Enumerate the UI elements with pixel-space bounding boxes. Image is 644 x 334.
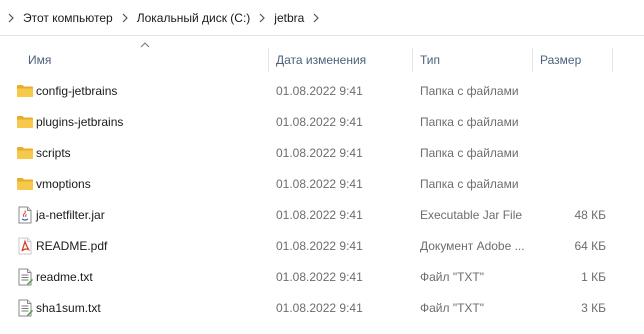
column-header-name[interactable]: Имя xyxy=(28,44,268,76)
file-date: 01.08.2022 9:41 xyxy=(276,115,363,129)
file-date: 01.08.2022 9:41 xyxy=(276,177,363,191)
breadcrumb[interactable]: Этот компьютер Локальный диск (C:) jetbr… xyxy=(0,3,644,33)
file-type: Папка с файлами xyxy=(420,146,519,160)
column-header-type[interactable]: Тип xyxy=(420,44,530,76)
column-header-name-label: Имя xyxy=(28,53,52,67)
column-divider[interactable] xyxy=(532,48,533,72)
file-type: Документ Adobe ... xyxy=(420,239,525,253)
file-name: vmoptions xyxy=(36,177,91,191)
chevron-right-icon[interactable] xyxy=(117,3,133,33)
list-item[interactable]: plugins-jetbrains 01.08.2022 9:41 Папка … xyxy=(0,107,644,137)
file-size: 3 КБ xyxy=(581,301,606,315)
file-name: README.pdf xyxy=(36,239,108,253)
file-size xyxy=(536,138,606,168)
column-header-date-label: Дата изменения xyxy=(276,53,367,67)
file-size xyxy=(536,169,606,199)
file-date: 01.08.2022 9:41 xyxy=(276,84,363,98)
file-date: 01.08.2022 9:41 xyxy=(276,270,363,284)
list-item[interactable]: vmoptions 01.08.2022 9:41 Папка с файлам… xyxy=(0,169,644,199)
list-item[interactable]: sha1sum.txt 01.08.2022 9:41 Файл "TXT" 3… xyxy=(0,293,644,323)
file-size xyxy=(536,107,606,137)
file-name: sha1sum.txt xyxy=(36,301,101,315)
file-type: Executable Jar File xyxy=(420,208,523,222)
file-date: 01.08.2022 9:41 xyxy=(276,208,363,222)
list-item[interactable]: ja-netfilter.jar 01.08.2022 9:41 Executa… xyxy=(0,200,644,230)
column-divider[interactable] xyxy=(268,48,269,72)
text-file-icon xyxy=(16,299,34,317)
file-type: Файл "TXT" xyxy=(420,270,485,284)
chevron-right-icon[interactable] xyxy=(254,3,270,33)
column-header-type-label: Тип xyxy=(420,53,441,67)
file-date: 01.08.2022 9:41 xyxy=(276,301,363,315)
column-divider[interactable] xyxy=(412,48,413,72)
jar-file-icon xyxy=(16,206,34,224)
file-date: 01.08.2022 9:41 xyxy=(276,239,363,253)
file-type: Папка с файлами xyxy=(420,177,519,191)
breadcrumb-item-jetbra[interactable]: jetbra xyxy=(270,3,308,33)
folder-icon xyxy=(16,144,34,162)
list-item[interactable]: scripts 01.08.2022 9:41 Папка с файлами xyxy=(0,138,644,168)
chevron-right-icon[interactable] xyxy=(308,3,324,33)
file-name: ja-netfilter.jar xyxy=(36,208,105,222)
list-item[interactable]: README.pdf 01.08.2022 9:41 Документ Adob… xyxy=(0,231,644,261)
column-divider[interactable] xyxy=(612,48,613,72)
list-item[interactable]: config-jetbrains 01.08.2022 9:41 Папка с… xyxy=(0,76,644,106)
file-type: Папка с файлами xyxy=(420,115,519,129)
text-file-icon xyxy=(16,268,34,286)
pdf-file-icon xyxy=(16,237,34,255)
column-header-date[interactable]: Дата изменения xyxy=(276,44,410,76)
file-date: 01.08.2022 9:41 xyxy=(276,146,363,160)
column-header-row: Имя Дата изменения Тип Размер xyxy=(0,44,644,76)
list-item[interactable]: readme.txt 01.08.2022 9:41 Файл "TXT" 1 … xyxy=(0,262,644,292)
file-name: plugins-jetbrains xyxy=(36,115,124,129)
file-size: 64 КБ xyxy=(574,239,606,253)
folder-icon xyxy=(16,82,34,100)
folder-icon xyxy=(16,113,34,131)
breadcrumb-item-local-disk[interactable]: Локальный диск (C:) xyxy=(133,3,255,33)
chevron-right-icon[interactable] xyxy=(3,3,19,33)
file-size: 1 КБ xyxy=(581,270,606,284)
file-name: config-jetbrains xyxy=(36,84,118,98)
file-size: 48 КБ xyxy=(574,208,606,222)
file-name: scripts xyxy=(36,146,71,160)
breadcrumb-item-this-pc[interactable]: Этот компьютер xyxy=(19,3,117,33)
file-type: Папка с файлами xyxy=(420,84,519,98)
folder-icon xyxy=(16,175,34,193)
column-header-size[interactable]: Размер xyxy=(540,44,610,76)
file-size xyxy=(536,76,606,106)
file-type: Файл "TXT" xyxy=(420,301,485,315)
address-bar: Этот компьютер Локальный диск (C:) jetbr… xyxy=(0,0,644,36)
column-header-size-label: Размер xyxy=(540,53,582,67)
file-name: readme.txt xyxy=(36,270,93,284)
